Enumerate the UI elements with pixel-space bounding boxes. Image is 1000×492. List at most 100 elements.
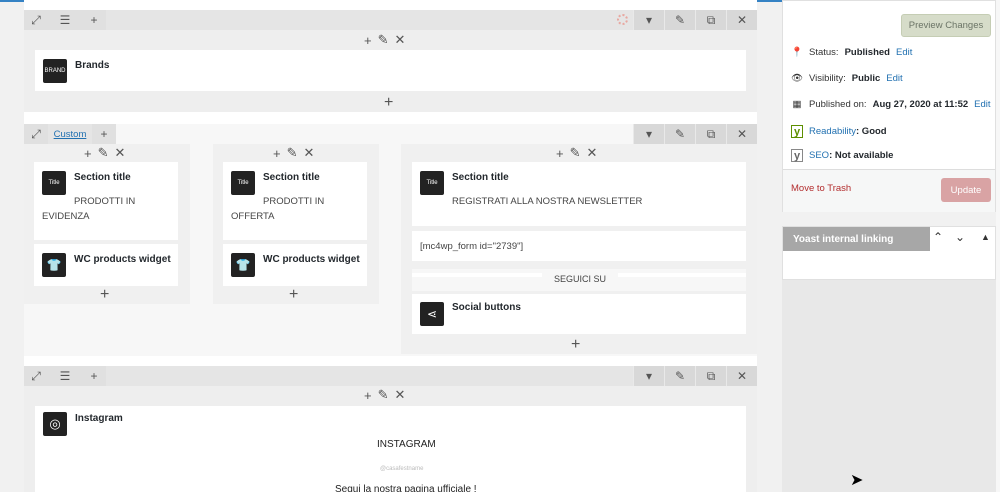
yoast-box-header[interactable]: Yoast internal linking (783, 227, 930, 251)
visibility-label: Visibility: (809, 73, 846, 84)
instagram-heading: INSTAGRAM (377, 439, 436, 450)
social-buttons-module[interactable]: ⋖ Social buttons (412, 294, 746, 334)
seo-link[interactable]: SEO (809, 150, 829, 161)
duplicate-icon[interactable]: ⧉ (695, 10, 726, 30)
add-module-plus-icon[interactable]: + (100, 287, 109, 303)
chevron-down-icon[interactable]: ▾ (633, 124, 664, 144)
column-3: + ✎ ✕ Title Section title REGISTRATI ALL… (401, 144, 757, 354)
edit-visibility-link[interactable]: Edit (886, 73, 902, 84)
instagram-subtitle: Segui la nostra pagina ufficiale ! (335, 484, 477, 492)
module-title: Section title (263, 172, 320, 183)
wc-products-widget-module[interactable]: 👕 WC products widget (34, 244, 178, 286)
wc-products-widget-module[interactable]: 👕 WC products widget (223, 244, 367, 286)
tshirt-icon: 👕 (42, 253, 66, 277)
remove-column-icon[interactable]: ✕ (587, 145, 598, 161)
status-line: 📍 Status: Published Edit (791, 47, 912, 58)
chevron-up-icon[interactable]: ⌃ (933, 230, 943, 244)
drag-handle-icon[interactable]: ☰ (48, 10, 82, 30)
move-to-trash-link[interactable]: Move to Trash (791, 183, 851, 194)
title-icon: Title (42, 171, 66, 195)
yoast-seo-icon: y (791, 149, 803, 162)
title-icon: Title (420, 171, 444, 195)
add-module-icon[interactable]: + (556, 146, 564, 161)
close-icon[interactable]: ✕ (726, 10, 757, 30)
shortcode-module[interactable]: [mc4wp_form id="2739"] (412, 231, 746, 261)
edit-date-link[interactable]: Edit (974, 99, 990, 110)
chevron-down-icon[interactable]: ▾ (633, 366, 664, 386)
pin-icon: 📍 (791, 47, 803, 58)
divider-module[interactable]: SEGUICI SU (412, 269, 746, 291)
seo-line: y SEO: Not available (791, 149, 893, 162)
close-icon[interactable]: ✕ (726, 366, 757, 386)
divider-line-left (412, 273, 542, 277)
column-2: + ✎ ✕ Title Section title PRODOTTI IN OF… (213, 144, 379, 304)
edit-pencil-icon[interactable]: ✎ (664, 10, 695, 30)
close-icon[interactable]: ✕ (726, 124, 757, 144)
expand-icon[interactable]: ⤢ (24, 366, 48, 386)
remove-column-icon[interactable]: ✕ (395, 387, 406, 403)
chevron-down-icon[interactable]: ▾ (633, 10, 664, 30)
edit-pencil-icon[interactable]: ✎ (664, 366, 695, 386)
visibility-line: 👁 Visibility: Public Edit (791, 73, 903, 84)
module-title: Social buttons (452, 302, 521, 313)
duplicate-icon[interactable]: ⧉ (695, 124, 726, 144)
add-module-plus-icon[interactable]: + (289, 287, 298, 303)
edit-status-link[interactable]: Edit (896, 47, 912, 58)
section-title-module[interactable]: Title Section title REGISTRATI ALLA NOST… (412, 162, 746, 226)
module-title: Section title (74, 172, 131, 183)
custom-layout-link[interactable]: Custom (48, 124, 92, 144)
edit-pencil-icon[interactable]: ✎ (287, 145, 298, 161)
module-title: Brands (75, 60, 110, 71)
seo-value: : Not available (829, 150, 894, 161)
preview-changes-button[interactable]: Preview Changes (901, 14, 991, 37)
expand-icon[interactable]: ⤢ (24, 124, 48, 144)
mouse-cursor-icon: ➤ (850, 472, 864, 489)
row-toolbar: ⤢ ☰ + ▾ ✎ ⧉ ✕ (24, 10, 757, 30)
remove-column-icon[interactable]: ✕ (395, 32, 406, 48)
published-label: Published on: (809, 99, 867, 110)
visibility-value: Public (851, 73, 881, 84)
yoast-readability-icon: y (791, 125, 803, 138)
edit-pencil-icon[interactable]: ✎ (664, 124, 695, 144)
module-title: Section title (452, 172, 509, 183)
edit-pencil-icon[interactable]: ✎ (98, 145, 109, 161)
edit-pencil-icon[interactable]: ✎ (378, 32, 389, 48)
add-module-icon[interactable]: + (364, 388, 372, 403)
add-module-icon[interactable]: + (273, 146, 281, 161)
toggle-panel-icon[interactable]: ▲ (981, 232, 990, 242)
chevron-down-icon[interactable]: ⌄ (955, 230, 965, 244)
duplicate-icon[interactable]: ⧉ (695, 366, 726, 386)
module-text: REGISTRATI ALLA NOSTRA NEWSLETTER (452, 196, 643, 207)
remove-column-icon[interactable]: ✕ (304, 145, 315, 161)
instagram-icon: ◎ (43, 412, 67, 436)
readability-link[interactable]: Readability (809, 126, 856, 137)
edit-pencil-icon[interactable]: ✎ (378, 387, 389, 403)
divider-line-right (618, 273, 746, 277)
drag-handle-icon[interactable]: ☰ (48, 366, 82, 386)
add-module-icon[interactable]: + (84, 146, 92, 161)
instagram-module[interactable]: ◎ Instagram INSTAGRAM @casafestname Segu… (35, 406, 746, 492)
readability-line: y Readability: Good (791, 125, 887, 138)
add-module-icon[interactable]: + (364, 33, 372, 48)
status-label: Status: (809, 47, 839, 58)
loading-spinner-icon (617, 14, 628, 25)
column-1: + ✎ ✕ Title Section title PRODOTTI IN EV… (24, 144, 190, 304)
add-icon[interactable]: + (82, 10, 106, 30)
section-title-module[interactable]: Title Section title PRODOTTI IN EVIDENZA (34, 162, 178, 240)
remove-column-icon[interactable]: ✕ (115, 145, 126, 161)
update-button[interactable]: Update (941, 178, 991, 202)
status-value: Published (844, 47, 890, 58)
add-icon[interactable]: + (92, 124, 116, 144)
add-module-plus-icon[interactable]: + (571, 337, 580, 353)
brands-module[interactable]: BRAND Brands (35, 50, 746, 91)
add-module-plus-icon[interactable]: + (384, 95, 393, 111)
row-toolbar: ⤢ Custom + ▾ ✎ ⧉ ✕ (24, 124, 757, 144)
shortcode-text: [mc4wp_form id="2739"] (420, 241, 524, 252)
expand-icon[interactable]: ⤢ (24, 10, 48, 30)
section-title-module[interactable]: Title Section title PRODOTTI IN OFFERTA (223, 162, 367, 240)
publish-box: Preview Changes 📍 Status: Published Edit… (782, 0, 996, 212)
add-icon[interactable]: + (82, 366, 106, 386)
row-toolbar: ⤢ ☰ + ▾ ✎ ⧉ ✕ (24, 366, 757, 386)
edit-pencil-icon[interactable]: ✎ (570, 145, 581, 161)
share-icon: ⋖ (420, 302, 444, 326)
